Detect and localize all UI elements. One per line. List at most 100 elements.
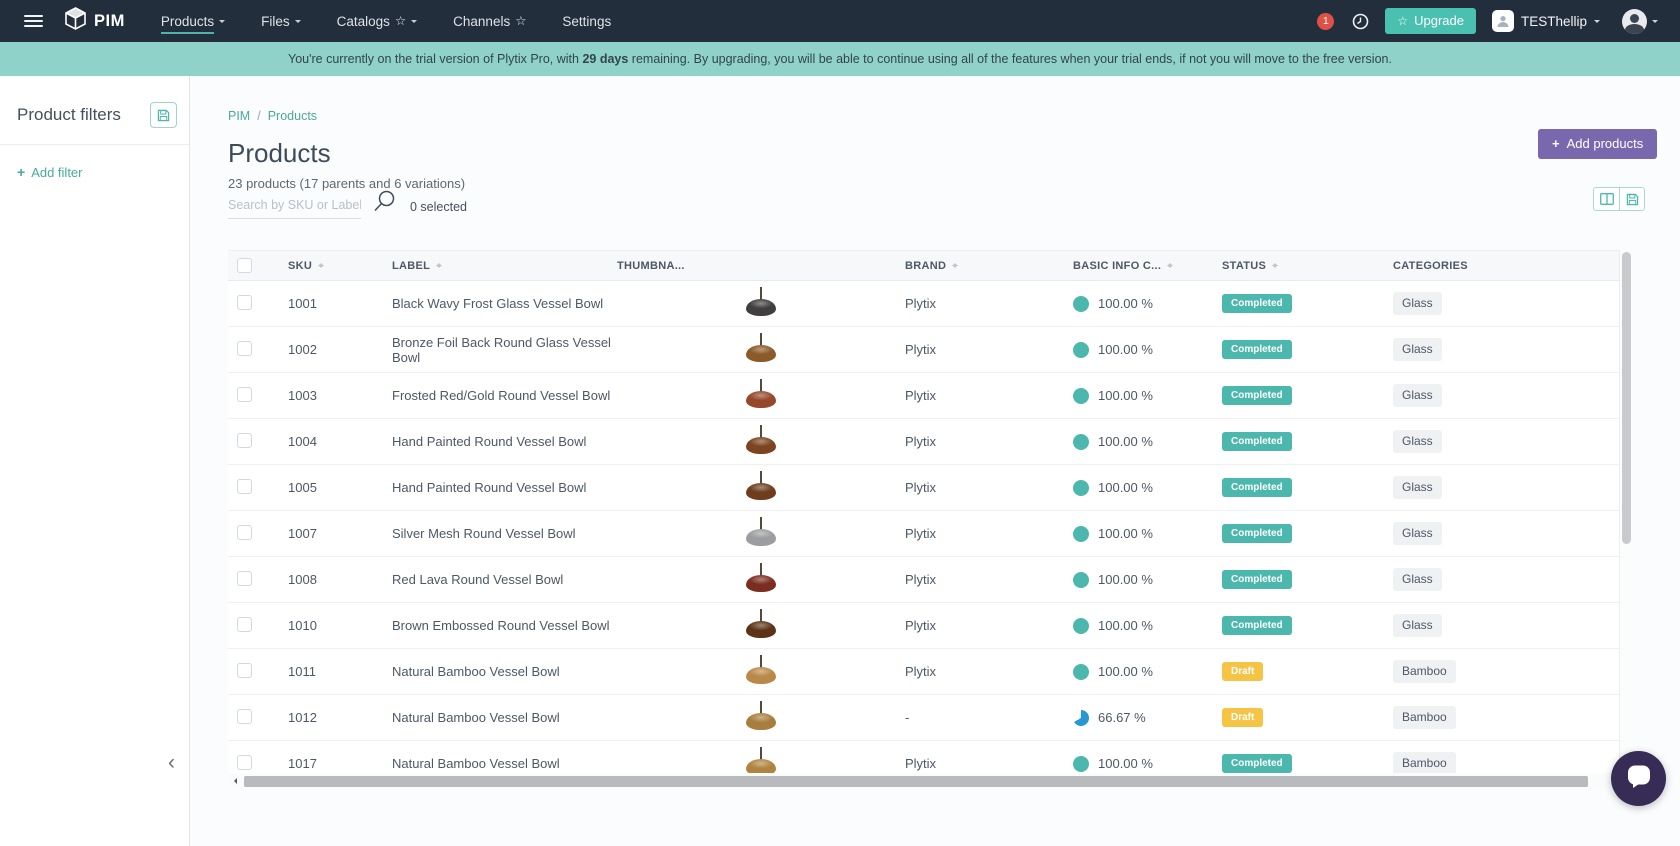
row-label[interactable]: Natural Bamboo Vessel Bowl [392,710,617,725]
product-thumbnail[interactable] [744,332,778,368]
table-row[interactable]: 1008 Red Lava Round Vessel Bowl Plytix 1… [228,557,1619,603]
scroll-left-arrow-icon[interactable] [231,778,237,784]
collapse-sidebar-icon[interactable]: ‹ [168,752,175,773]
save-view-button[interactable] [1619,187,1645,211]
row-checkbox[interactable] [237,386,252,402]
row-checkbox[interactable] [237,478,252,494]
plus-icon: + [17,164,26,180]
breadcrumb-products[interactable]: Products [268,109,317,123]
table-row[interactable]: 1002 Bronze Foil Back Round Glass Vessel… [228,327,1619,373]
row-sku: 1007 [288,526,317,541]
app-logo[interactable]: PIM [65,7,125,35]
nav-item-channels[interactable]: Channels ☆ [453,0,526,42]
chat-launcher-button[interactable] [1611,751,1666,806]
column-header-status: STATUS [1222,260,1393,272]
column-label[interactable]: STATUS [1222,260,1266,272]
table-row[interactable]: 1003 Frosted Red/Gold Round Vessel Bowl … [228,373,1619,419]
nav-item-products[interactable]: Products [160,0,226,42]
product-thumbnail[interactable] [744,700,778,736]
row-sku: 1004 [288,434,317,449]
table-row[interactable]: 1012 Natural Bamboo Vessel Bowl - 66.67 … [228,695,1619,741]
sort-icon[interactable] [1272,260,1279,272]
select-all-checkbox[interactable] [237,258,252,273]
product-thumbnail[interactable] [744,424,778,460]
column-label[interactable]: THUMBNA... [617,260,685,272]
row-brand: Plytix [905,572,937,587]
sidebar-title: Product filters [17,105,121,124]
vertical-scrollbar-thumb[interactable] [1622,252,1631,544]
vertical-scrollbar[interactable] [1619,250,1632,773]
table-row[interactable]: 1001 Black Wavy Frost Glass Vessel Bowl … [228,281,1619,327]
product-thumbnail[interactable] [744,516,778,552]
search-input[interactable] [228,194,361,219]
horizontal-scrollbar-thumb[interactable] [244,776,1588,787]
category-chip: Bamboo [1393,752,1456,773]
row-checkbox[interactable] [237,524,252,540]
row-label[interactable]: Bronze Foil Back Round Glass Vessel Bowl [392,335,617,365]
row-checkbox[interactable] [237,708,252,724]
page-title: Products [228,138,331,168]
completeness-pie-icon [1073,387,1089,404]
nav-item-settings[interactable]: Settings [562,0,611,42]
column-label[interactable]: BRAND [905,260,946,272]
table-row[interactable]: 1017 Natural Bamboo Vessel Bowl Plytix 1… [228,741,1619,773]
row-checkbox[interactable] [237,662,252,678]
history-clock-icon[interactable] [1352,13,1369,30]
column-label[interactable]: BASIC INFO C... [1073,260,1161,272]
row-checkbox[interactable] [237,570,252,586]
product-thumbnail[interactable] [744,470,778,506]
status-badge: Draft [1222,708,1264,727]
upgrade-button[interactable]: ☆ Upgrade [1385,8,1476,34]
columns-view-button[interactable] [1593,187,1619,211]
row-label[interactable]: Natural Bamboo Vessel Bowl [392,756,617,771]
hamburger-menu-icon[interactable] [24,14,43,28]
product-thumbnail[interactable] [744,286,778,322]
row-label[interactable]: Brown Embossed Round Vessel Bowl [392,618,617,633]
account-menu[interactable]: TESThellip [1491,10,1600,32]
product-thumbnail[interactable] [744,378,778,414]
row-label[interactable]: Natural Bamboo Vessel Bowl [392,664,617,679]
row-label[interactable]: Silver Mesh Round Vessel Bowl [392,526,617,541]
nav-item-files[interactable]: Files [261,0,301,42]
table-row[interactable]: 1011 Natural Bamboo Vessel Bowl Plytix 1… [228,649,1619,695]
save-filter-button[interactable] [150,102,177,128]
row-label[interactable]: Black Wavy Frost Glass Vessel Bowl [392,296,617,311]
column-label[interactable]: LABEL [392,260,430,272]
product-thumbnail[interactable] [744,654,778,690]
table-row[interactable]: 1007 Silver Mesh Round Vessel Bowl Plyti… [228,511,1619,557]
sort-icon[interactable] [318,260,325,272]
breadcrumb-pim[interactable]: PIM [228,109,250,123]
table-row[interactable]: 1010 Brown Embossed Round Vessel Bowl Pl… [228,603,1619,649]
row-label[interactable]: Red Lava Round Vessel Bowl [392,572,617,587]
row-checkbox[interactable] [237,294,252,310]
sort-icon[interactable] [952,260,959,272]
status-badge: Completed [1222,386,1292,405]
row-checkbox[interactable] [237,616,252,632]
row-label[interactable]: Frosted Red/Gold Round Vessel Bowl [392,388,617,403]
search-icon[interactable] [372,189,397,219]
notification-badge[interactable]: 1 [1317,12,1335,30]
row-label[interactable]: Hand Painted Round Vessel Bowl [392,480,617,495]
horizontal-scrollbar[interactable] [228,774,1632,789]
sort-icon[interactable] [436,260,443,272]
row-checkbox[interactable] [237,754,252,770]
add-products-button[interactable]: + Add products [1538,129,1658,159]
row-checkbox[interactable] [237,432,252,448]
user-avatar-menu[interactable] [1622,8,1658,34]
add-filter-button[interactable]: + Add filter [0,145,189,199]
completeness-value: 100.00 % [1098,342,1153,357]
product-thumbnail[interactable] [744,746,778,773]
table-row[interactable]: 1004 Hand Painted Round Vessel Bowl Plyt… [228,419,1619,465]
nav-item-catalogs[interactable]: Catalogs ☆ [337,0,418,42]
row-checkbox[interactable] [237,340,252,356]
row-brand: Plytix [905,526,937,541]
column-label[interactable]: CATEGORIES [1393,260,1468,272]
status-badge: Completed [1222,294,1292,313]
product-thumbnail[interactable] [744,562,778,598]
product-thumbnail[interactable] [744,608,778,644]
row-brand: Plytix [905,618,937,633]
sort-icon[interactable] [1167,260,1174,272]
row-label[interactable]: Hand Painted Round Vessel Bowl [392,434,617,449]
table-row[interactable]: 1005 Hand Painted Round Vessel Bowl Plyt… [228,465,1619,511]
column-label[interactable]: SKU [288,260,312,272]
